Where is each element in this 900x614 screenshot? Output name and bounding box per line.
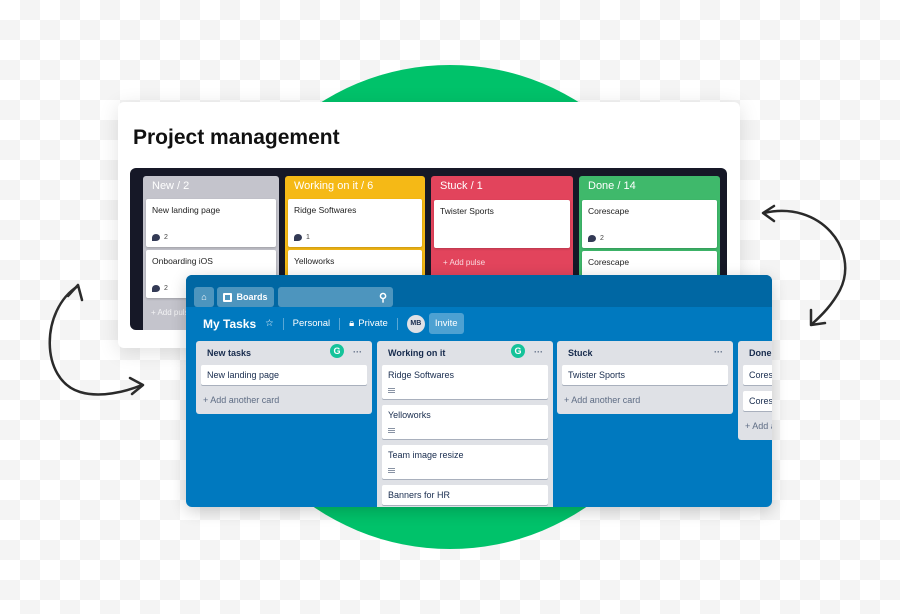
left-arrowhead-icon [66, 283, 84, 302]
left-curved-arrow-icon [48, 284, 144, 396]
right-arrowhead-icon [761, 204, 776, 223]
right-curved-arrow-icon [762, 209, 847, 326]
sync-arrows [48, 204, 847, 396]
